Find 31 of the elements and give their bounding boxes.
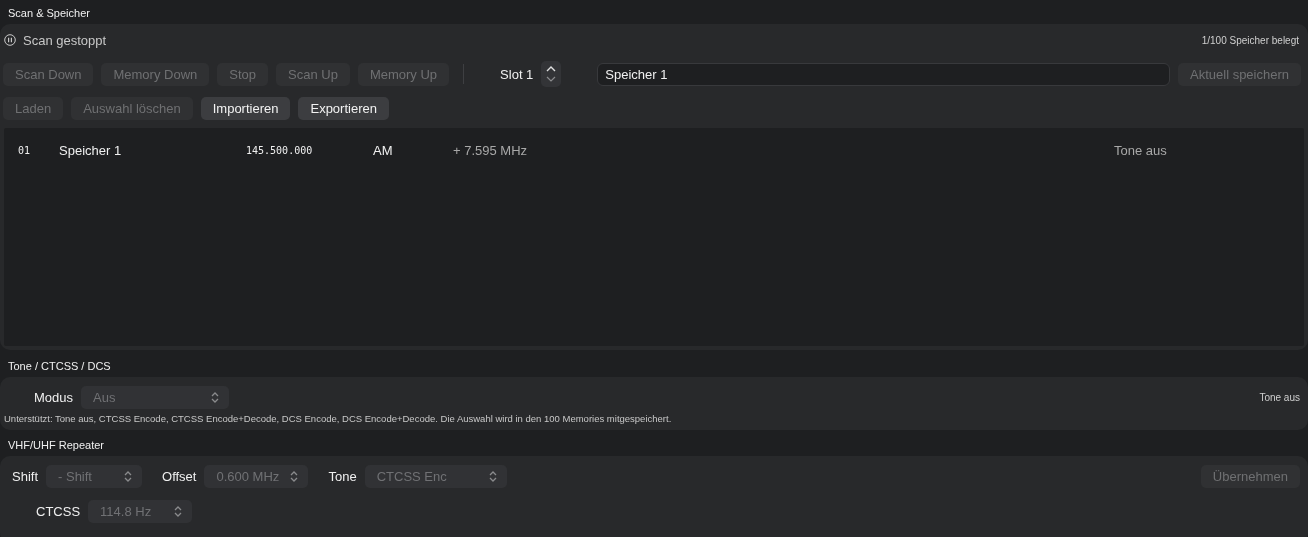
memory-mode: AM (373, 142, 394, 158)
chevron-updown-icon (545, 65, 558, 83)
memory-tone: Tone aus (1114, 142, 1168, 158)
field-label: Tone (328, 469, 357, 484)
memory-offset: + 7.595 MHz (453, 142, 529, 158)
section-title: Tone / CTCSS / DCS (7, 359, 112, 374)
mode-label: Modus (34, 389, 74, 405)
memory-usage: 1/100 Speicher belegt (1201, 34, 1300, 46)
ctcss-label: CTCSS (36, 504, 81, 519)
field-label: Offset (162, 469, 197, 484)
memory-frequency: 145.500.000 (246, 144, 314, 156)
memory-button[interactable]: Importieren (200, 97, 291, 120)
memory-number: 01 (18, 144, 32, 156)
chevron-updown-icon (211, 391, 220, 403)
chevron-updown-icon (290, 471, 299, 482)
slot-label: Slot 1 (500, 66, 534, 82)
section-title: VHF/UHF Repeater (7, 438, 105, 453)
memory-row[interactable]: 01 Speicher 1 145.500.000 AM + 7.595 MHz Tone aus (4, 128, 1304, 172)
field-label: Shift (12, 469, 38, 484)
memory-button[interactable]: Exportieren (298, 97, 389, 120)
slot-stepper[interactable] (541, 61, 562, 87)
memory-name: Speicher 1 (59, 142, 123, 158)
chevron-updown-icon (488, 471, 497, 482)
pause-icon (4, 34, 16, 46)
scan-status: Scan gestoppt (23, 32, 107, 48)
chevron-updown-icon (124, 471, 132, 482)
tone-help-text: Unterstützt: Tone aus, CTCSS Encode, CTCSS Encode+Decode, DCS Encode, DCS Encode+Decode. Die Auswahl wird in den 100 Memories mitgespeichert. (3, 412, 673, 426)
section-title: Scan & Speicher (7, 6, 91, 21)
tone-status: Tone aus (1259, 391, 1300, 403)
memory-name-field[interactable]: Speicher 1 (597, 62, 1170, 86)
chevron-updown-icon (174, 506, 183, 517)
